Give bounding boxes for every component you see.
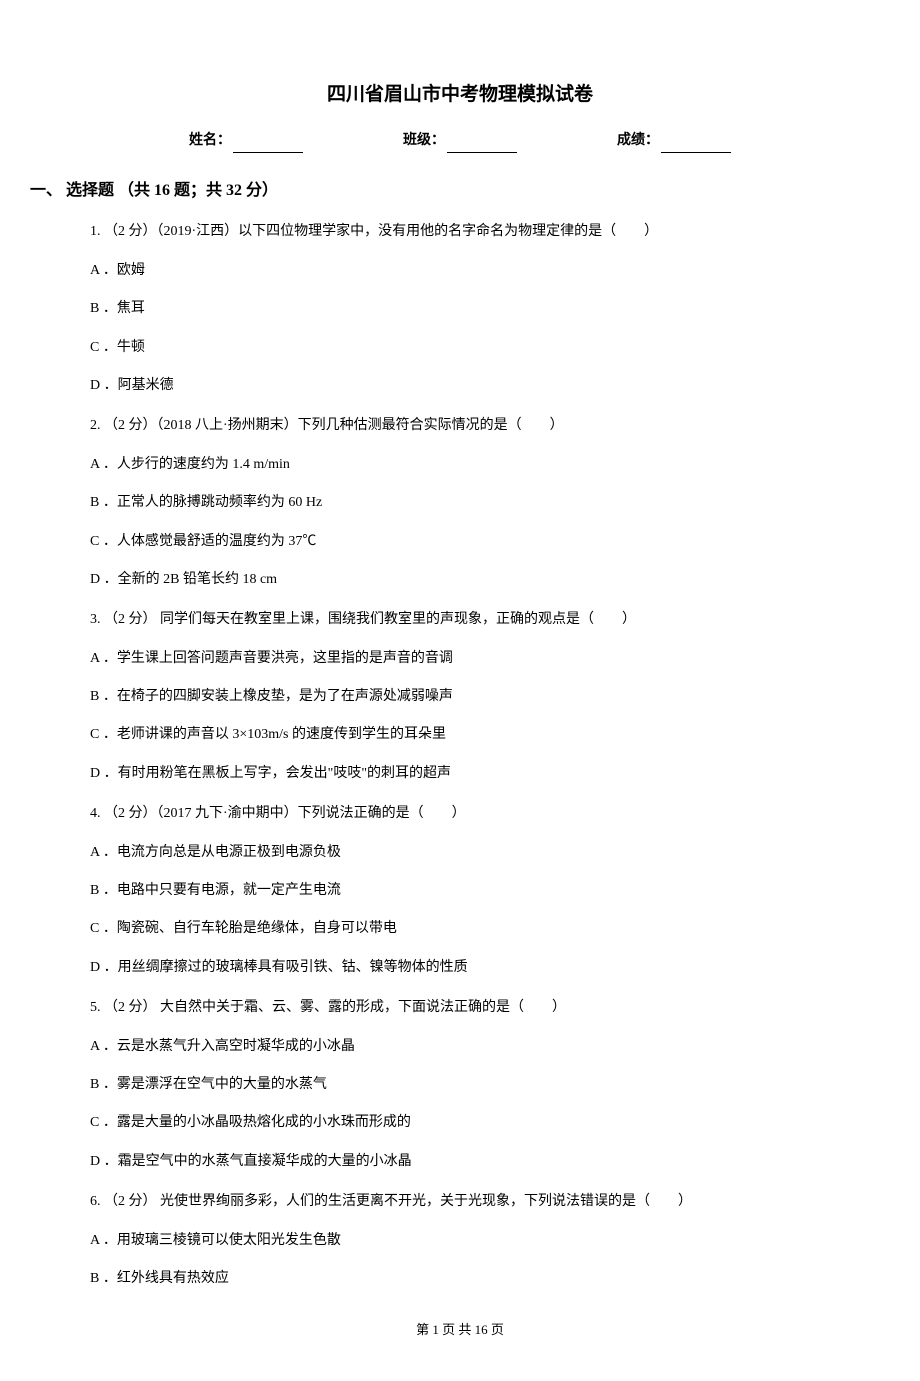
option-b: B ．电路中只要有电源，就一定产生电流 (90, 880, 860, 902)
option-a: A ．学生课上回答问题声音要洪亮，这里指的是声音的音调 (90, 648, 860, 670)
option-a: A ．欧姆 (90, 260, 860, 282)
question-text: 2. （2 分）（2018 八上·扬州期末）下列几种估测最符合实际情况的是（ ） (90, 415, 860, 437)
score-field: 成绩： (617, 130, 731, 152)
option-c: C ．老师讲课的声音以 3×103m/s 的速度传到学生的耳朵里 (90, 724, 860, 746)
question-text: 3. （2 分） 同学们每天在教室里上课，围绕我们教室里的声现象，正确的观点是（… (90, 609, 860, 631)
question-text: 5. （2 分） 大自然中关于霜、云、雾、露的形成，下面说法正确的是（ ） (90, 997, 860, 1019)
option-b: B ．焦耳 (90, 298, 860, 320)
class-field: 班级： (403, 130, 517, 152)
info-row: 姓名： 班级： 成绩： (60, 130, 860, 152)
question-5: 5. （2 分） 大自然中关于霜、云、雾、露的形成，下面说法正确的是（ ） A … (60, 997, 860, 1173)
question-2: 2. （2 分）（2018 八上·扬州期末）下列几种估测最符合实际情况的是（ ）… (60, 415, 860, 591)
option-b: B ．雾是漂浮在空气中的大量的水蒸气 (90, 1074, 860, 1096)
option-c: C ．人体感觉最舒适的温度约为 37℃ (90, 531, 860, 553)
question-4: 4. （2 分）（2017 九下·渝中期中）下列说法正确的是（ ） A ．电流方… (60, 803, 860, 979)
option-d: D ．用丝绸摩擦过的玻璃棒具有吸引铁、钴、镍等物体的性质 (90, 957, 860, 979)
page-title: 四川省眉山市中考物理模拟试卷 (60, 80, 860, 110)
option-c: C ．陶瓷碗、自行车轮胎是绝缘体，自身可以带电 (90, 918, 860, 940)
score-blank[interactable] (661, 152, 731, 153)
option-d: D ．霜是空气中的水蒸气直接凝华成的大量的小冰晶 (90, 1151, 860, 1173)
option-b: B ．在椅子的四脚安装上橡皮垫，是为了在声源处减弱噪声 (90, 686, 860, 708)
option-a: A ．用玻璃三棱镜可以使太阳光发生色散 (90, 1230, 860, 1252)
option-c: C ．牛顿 (90, 337, 860, 359)
page-footer: 第 1 页 共 16 页 (60, 1320, 860, 1341)
question-text: 6. （2 分） 光使世界绚丽多彩，人们的生活更离不开光，关于光现象，下列说法错… (90, 1191, 860, 1213)
name-field: 姓名： (189, 130, 303, 152)
option-d: D ．阿基米德 (90, 375, 860, 397)
question-1: 1. （2 分）（2019·江西）以下四位物理学家中，没有用他的名字命名为物理定… (60, 221, 860, 397)
section-header: 一、 选择题 （共 16 题；共 32 分） (30, 178, 860, 204)
question-text: 1. （2 分）（2019·江西）以下四位物理学家中，没有用他的名字命名为物理定… (90, 221, 860, 243)
option-d: D ．全新的 2B 铅笔长约 18 cm (90, 569, 860, 591)
question-text: 4. （2 分）（2017 九下·渝中期中）下列说法正确的是（ ） (90, 803, 860, 825)
class-label: 班级： (403, 133, 445, 148)
question-3: 3. （2 分） 同学们每天在教室里上课，围绕我们教室里的声现象，正确的观点是（… (60, 609, 860, 785)
option-a: A ．电流方向总是从电源正极到电源负极 (90, 842, 860, 864)
question-6: 6. （2 分） 光使世界绚丽多彩，人们的生活更离不开光，关于光现象，下列说法错… (60, 1191, 860, 1290)
option-a: A ．人步行的速度约为 1.4 m/min (90, 454, 860, 476)
score-label: 成绩： (617, 133, 659, 148)
option-d: D ．有时用粉笔在黑板上写字，会发出"吱吱"的刺耳的超声 (90, 763, 860, 785)
class-blank[interactable] (447, 152, 517, 153)
option-b: B ．正常人的脉搏跳动频率约为 60 Hz (90, 492, 860, 514)
name-label: 姓名： (189, 133, 231, 148)
option-c: C ．露是大量的小冰晶吸热熔化成的小水珠而形成的 (90, 1112, 860, 1134)
option-b: B ．红外线具有热效应 (90, 1268, 860, 1290)
option-a: A ．云是水蒸气升入高空时凝华成的小冰晶 (90, 1036, 860, 1058)
name-blank[interactable] (233, 152, 303, 153)
